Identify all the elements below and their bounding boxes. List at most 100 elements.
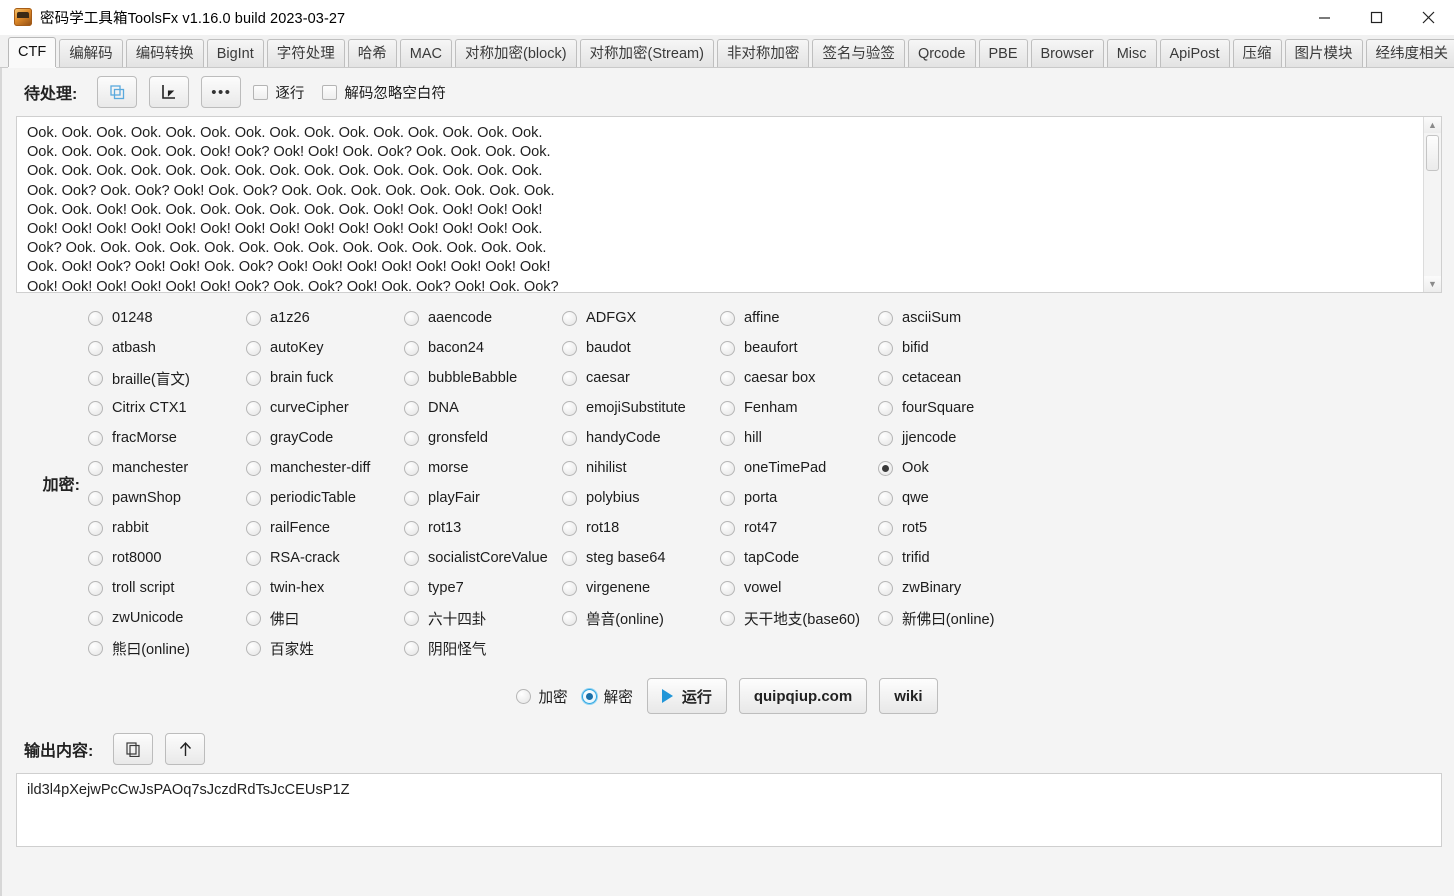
cipher-radio-trifid[interactable]: trifid [878,543,1036,573]
mode-radio-decrypt[interactable]: 解密 [582,686,633,707]
cipher-radio-manchester-diff[interactable]: manchester-diff [246,453,404,483]
tab-对称加密(Stream)[interactable]: 对称加密(Stream) [580,39,714,67]
cipher-radio-bubbleBabble[interactable]: bubbleBabble [404,363,562,393]
mode-radio-encrypt[interactable]: 加密 [516,686,567,707]
cipher-radio-emojiSubstitute[interactable]: emojiSubstitute [562,393,720,423]
tab-图片模块[interactable]: 图片模块 [1285,39,1363,67]
cipher-radio-handyCode[interactable]: handyCode [562,423,720,453]
cipher-radio-rabbit[interactable]: rabbit [88,513,246,543]
cipher-radio-01248[interactable]: 01248 [88,303,246,333]
cipher-radio-autoKey[interactable]: autoKey [246,333,404,363]
cipher-radio-fracMorse[interactable]: fracMorse [88,423,246,453]
cipher-radio-佛曰[interactable]: 佛曰 [246,603,404,633]
tab-对称加密(block)[interactable]: 对称加密(block) [455,39,577,67]
tab-CTF[interactable]: CTF [8,37,56,67]
cipher-radio-polybius[interactable]: polybius [562,483,720,513]
tab-签名与验签[interactable]: 签名与验签 [812,39,905,67]
tab-Browser[interactable]: Browser [1031,39,1104,67]
cipher-radio-gronsfeld[interactable]: gronsfeld [404,423,562,453]
cipher-radio-troll script[interactable]: troll script [88,573,246,603]
run-button[interactable]: 运行 [647,678,727,714]
cipher-radio-porta[interactable]: porta [720,483,878,513]
cipher-radio-fourSquare[interactable]: fourSquare [878,393,1036,423]
tab-编码转换[interactable]: 编码转换 [126,39,204,67]
cipher-radio-rot5[interactable]: rot5 [878,513,1036,543]
cipher-radio-affine[interactable]: affine [720,303,878,333]
tab-编解码[interactable]: 编解码 [59,39,123,67]
tab-PBE[interactable]: PBE [979,39,1028,67]
cipher-radio-curveCipher[interactable]: curveCipher [246,393,404,423]
cipher-radio-ADFGX[interactable]: ADFGX [562,303,720,333]
cipher-radio-rot8000[interactable]: rot8000 [88,543,246,573]
copy-button[interactable] [97,76,137,108]
scrollbar-thumb[interactable] [1426,135,1439,171]
wiki-button[interactable]: wiki [879,678,937,714]
close-icon[interactable] [1402,0,1454,34]
cipher-radio-rot18[interactable]: rot18 [562,513,720,543]
more-button[interactable]: ••• [201,76,241,108]
move-up-button[interactable] [165,733,205,765]
cipher-radio-rot47[interactable]: rot47 [720,513,878,543]
line-by-line-checkbox[interactable]: 逐行 [253,82,304,103]
tab-哈希[interactable]: 哈希 [348,39,397,67]
cipher-radio-steg base64[interactable]: steg base64 [562,543,720,573]
cipher-radio-DNA[interactable]: DNA [404,393,562,423]
tab-ApiPost[interactable]: ApiPost [1160,39,1230,67]
cipher-radio-兽音(online)[interactable]: 兽音(online) [562,603,720,633]
ignore-whitespace-checkbox[interactable]: 解码忽略空白符 [322,82,446,103]
maximize-icon[interactable] [1350,0,1402,34]
cipher-radio-atbash[interactable]: atbash [88,333,246,363]
cipher-radio-virgenene[interactable]: virgenene [562,573,720,603]
cipher-radio-nihilist[interactable]: nihilist [562,453,720,483]
output-textarea[interactable]: ild3l4pXejwPcCwJsPAOq7sJczdRdTsJcCEUsP1Z [16,773,1442,847]
tab-非对称加密[interactable]: 非对称加密 [717,39,810,67]
cipher-radio-bifid[interactable]: bifid [878,333,1036,363]
cipher-radio-pawnShop[interactable]: pawnShop [88,483,246,513]
cipher-radio-railFence[interactable]: railFence [246,513,404,543]
tab-压缩[interactable]: 压缩 [1233,39,1282,67]
cipher-radio-cetacean[interactable]: cetacean [878,363,1036,393]
cipher-radio-periodicTable[interactable]: periodicTable [246,483,404,513]
cipher-radio-oneTimePad[interactable]: oneTimePad [720,453,878,483]
cipher-radio-vowel[interactable]: vowel [720,573,878,603]
cipher-radio-baudot[interactable]: baudot [562,333,720,363]
input-scrollbar[interactable]: ▲ ▼ [1423,117,1441,292]
cipher-radio-caesar box[interactable]: caesar box [720,363,878,393]
tab-字符处理[interactable]: 字符处理 [267,39,345,67]
cipher-radio-zwUnicode[interactable]: zwUnicode [88,603,246,633]
cipher-radio-Citrix CTX1[interactable]: Citrix CTX1 [88,393,246,423]
cipher-radio-a1z26[interactable]: a1z26 [246,303,404,333]
cipher-radio-Fenham[interactable]: Fenham [720,393,878,423]
tab-BigInt[interactable]: BigInt [207,39,264,67]
cipher-radio-brain fuck[interactable]: brain fuck [246,363,404,393]
cipher-radio-新佛曰(online)[interactable]: 新佛曰(online) [878,603,1036,633]
scroll-down-icon[interactable]: ▼ [1424,276,1441,292]
cipher-radio-qwe[interactable]: qwe [878,483,1036,513]
copy-output-button[interactable] [113,733,153,765]
cipher-radio-morse[interactable]: morse [404,453,562,483]
cipher-radio-twin-hex[interactable]: twin-hex [246,573,404,603]
cipher-radio-百家姓[interactable]: 百家姓 [246,633,404,663]
cipher-radio-playFair[interactable]: playFair [404,483,562,513]
cipher-radio-grayCode[interactable]: grayCode [246,423,404,453]
minimize-icon[interactable] [1298,0,1350,34]
cipher-radio-Ook[interactable]: Ook [878,453,1036,483]
tab-MAC[interactable]: MAC [400,39,452,67]
tab-Misc[interactable]: Misc [1107,39,1157,67]
quipqiup-button[interactable]: quipqiup.com [739,678,867,714]
cipher-radio-熊曰(online)[interactable]: 熊曰(online) [88,633,246,663]
tab-Qrcode[interactable]: Qrcode [908,39,976,67]
cipher-radio-hill[interactable]: hill [720,423,878,453]
cipher-radio-braille(盲文)[interactable]: braille(盲文) [88,363,246,393]
cipher-radio-type7[interactable]: type7 [404,573,562,603]
cipher-radio-bacon24[interactable]: bacon24 [404,333,562,363]
cipher-radio-RSA-crack[interactable]: RSA-crack [246,543,404,573]
cipher-radio-zwBinary[interactable]: zwBinary [878,573,1036,603]
cipher-radio-tapCode[interactable]: tapCode [720,543,878,573]
cipher-radio-jjencode[interactable]: jjencode [878,423,1036,453]
cipher-radio-天干地支(base60)[interactable]: 天干地支(base60) [720,603,878,633]
cipher-radio-beaufort[interactable]: beaufort [720,333,878,363]
input-textarea[interactable]: Ook. Ook. Ook. Ook. Ook. Ook. Ook. Ook. … [17,117,1423,292]
cipher-radio-socialistCoreValue[interactable]: socialistCoreValue [404,543,562,573]
cipher-radio-aaencode[interactable]: aaencode [404,303,562,333]
